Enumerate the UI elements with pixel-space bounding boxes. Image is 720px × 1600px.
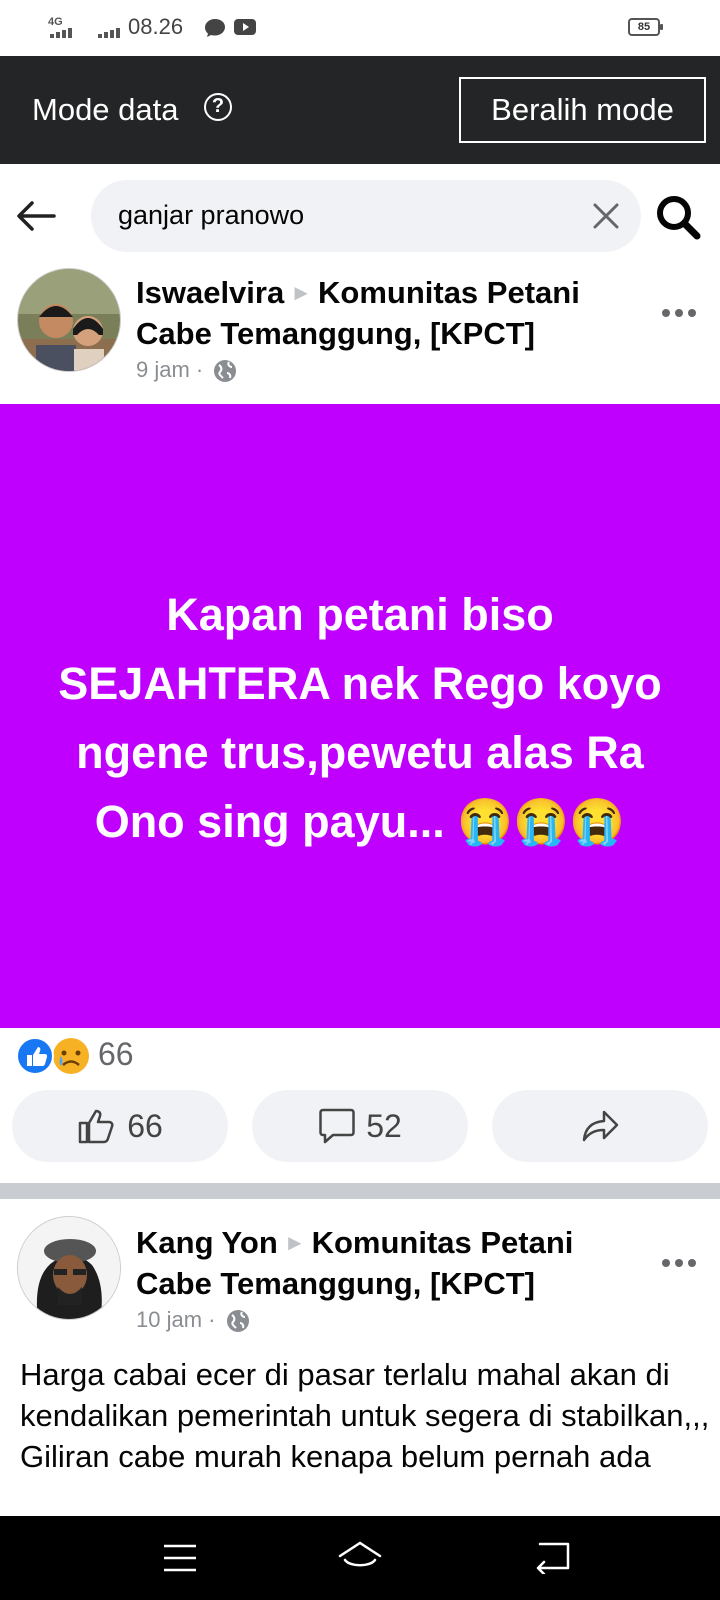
post-body-line: Harga cabai ecer di pasar terlalu mahal … (20, 1357, 710, 1433)
question-circle-icon[interactable]: ? (204, 93, 232, 121)
post-time[interactable]: 9 jam (136, 357, 190, 382)
avatar[interactable] (17, 1216, 121, 1320)
globe-icon (214, 360, 237, 383)
comment-count: 52 (366, 1107, 402, 1144)
switch-mode-button[interactable]: Beralih mode (459, 77, 706, 143)
share-arrow-icon: ► (283, 1230, 306, 1255)
comment-button[interactable]: 52 (252, 1090, 468, 1162)
home-icon[interactable] (336, 1538, 384, 1576)
thumbs-up-icon (78, 1109, 114, 1144)
more-options-button[interactable] (662, 1254, 706, 1274)
post-time[interactable]: 10 jam (136, 1307, 202, 1332)
post-meta: 10 jam · (136, 1307, 250, 1333)
messenger-icon (205, 19, 225, 37)
reaction-icons[interactable] (16, 1036, 94, 1076)
like-count: 66 (127, 1107, 163, 1144)
data-mode-title: Mode data (32, 92, 179, 127)
post-author-line: Iswaelvira ► Komunitas Petani Cabe Temangg… (136, 272, 606, 354)
dot-separator: · (208, 1307, 222, 1332)
post-author[interactable]: Iswaelvira (136, 275, 284, 310)
signal-icon (50, 28, 72, 38)
dot-separator: · (195, 357, 210, 382)
avatar[interactable] (17, 268, 121, 372)
post-author[interactable]: Kang Yon (136, 1225, 278, 1260)
search-query[interactable]: ganjar pranowo (118, 200, 304, 231)
post-separator (0, 1183, 720, 1199)
post-meta: 9 jam · (136, 357, 237, 383)
post-body-line: Giliran cabe murah kenapa belum pernah a… (20, 1439, 651, 1474)
like-button[interactable]: 66 (12, 1090, 228, 1162)
youtube-icon (234, 19, 256, 35)
post-author-line: Kang Yon ► Komunitas Petani Cabe Temanggun… (136, 1222, 606, 1304)
post-body[interactable]: Harga cabai ecer di pasar terlalu mahal … (20, 1354, 710, 1477)
signal-icon-2 (98, 28, 120, 38)
battery-indicator: 85 (628, 18, 663, 36)
post-body: Kapan petani biso SEJAHTERA nek Rego koy… (58, 589, 662, 847)
share-icon (582, 1110, 619, 1142)
comment-icon (319, 1108, 355, 1144)
search-icon[interactable] (655, 194, 701, 240)
reaction-count[interactable]: 66 (98, 1036, 134, 1073)
back-arrow-icon[interactable] (14, 196, 58, 236)
network-indicator: 4G (48, 16, 63, 28)
share-arrow-icon: ► (290, 280, 312, 305)
globe-icon (226, 1310, 249, 1333)
back-icon[interactable] (532, 1540, 572, 1574)
menu-icon[interactable] (162, 1542, 198, 1574)
clock: 08.26 (128, 14, 184, 39)
clear-icon[interactable] (590, 200, 622, 232)
system-nav-bar (0, 1516, 720, 1600)
more-options-button[interactable] (662, 304, 706, 324)
share-button[interactable] (492, 1090, 708, 1162)
